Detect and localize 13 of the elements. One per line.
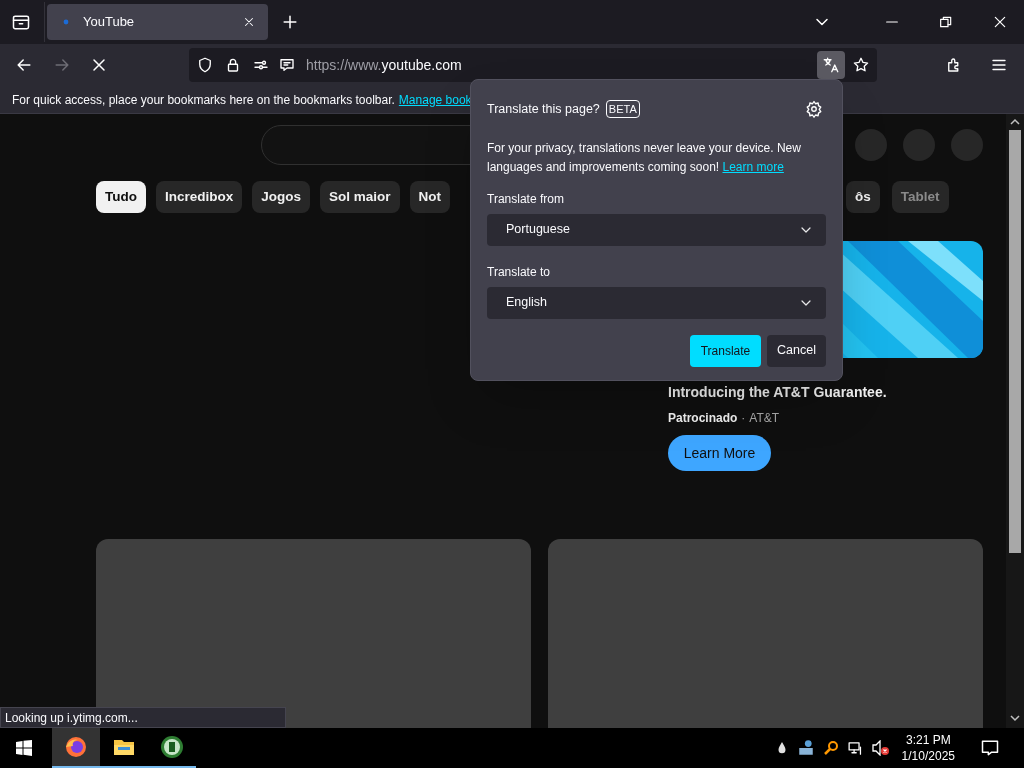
to-label: Translate to	[487, 263, 551, 281]
beta-badge: BETA	[605, 100, 640, 119]
separator-dot: ·	[741, 410, 746, 427]
privacy-notice: For your privacy, translations never leave your device. New languages and improvements coming soon! Learn more	[487, 139, 802, 176]
url-text: https://www.youtube.com	[306, 55, 462, 75]
advertiser-name: AT&T	[749, 410, 780, 427]
from-label: Translate from	[487, 190, 565, 208]
popup-title: Translate this page?	[487, 101, 600, 118]
tab-title: YouTube	[83, 13, 135, 32]
sponsored-label: Patrocinado	[668, 410, 738, 427]
status-tooltip: Looking up i.ytimg.com...	[0, 707, 286, 728]
ad-title: Introducing the AT&T Guarantee.	[668, 383, 888, 402]
bookmarks-hint: For quick access, place your bookmarks here on the bookmarks toolbar.	[12, 91, 395, 109]
